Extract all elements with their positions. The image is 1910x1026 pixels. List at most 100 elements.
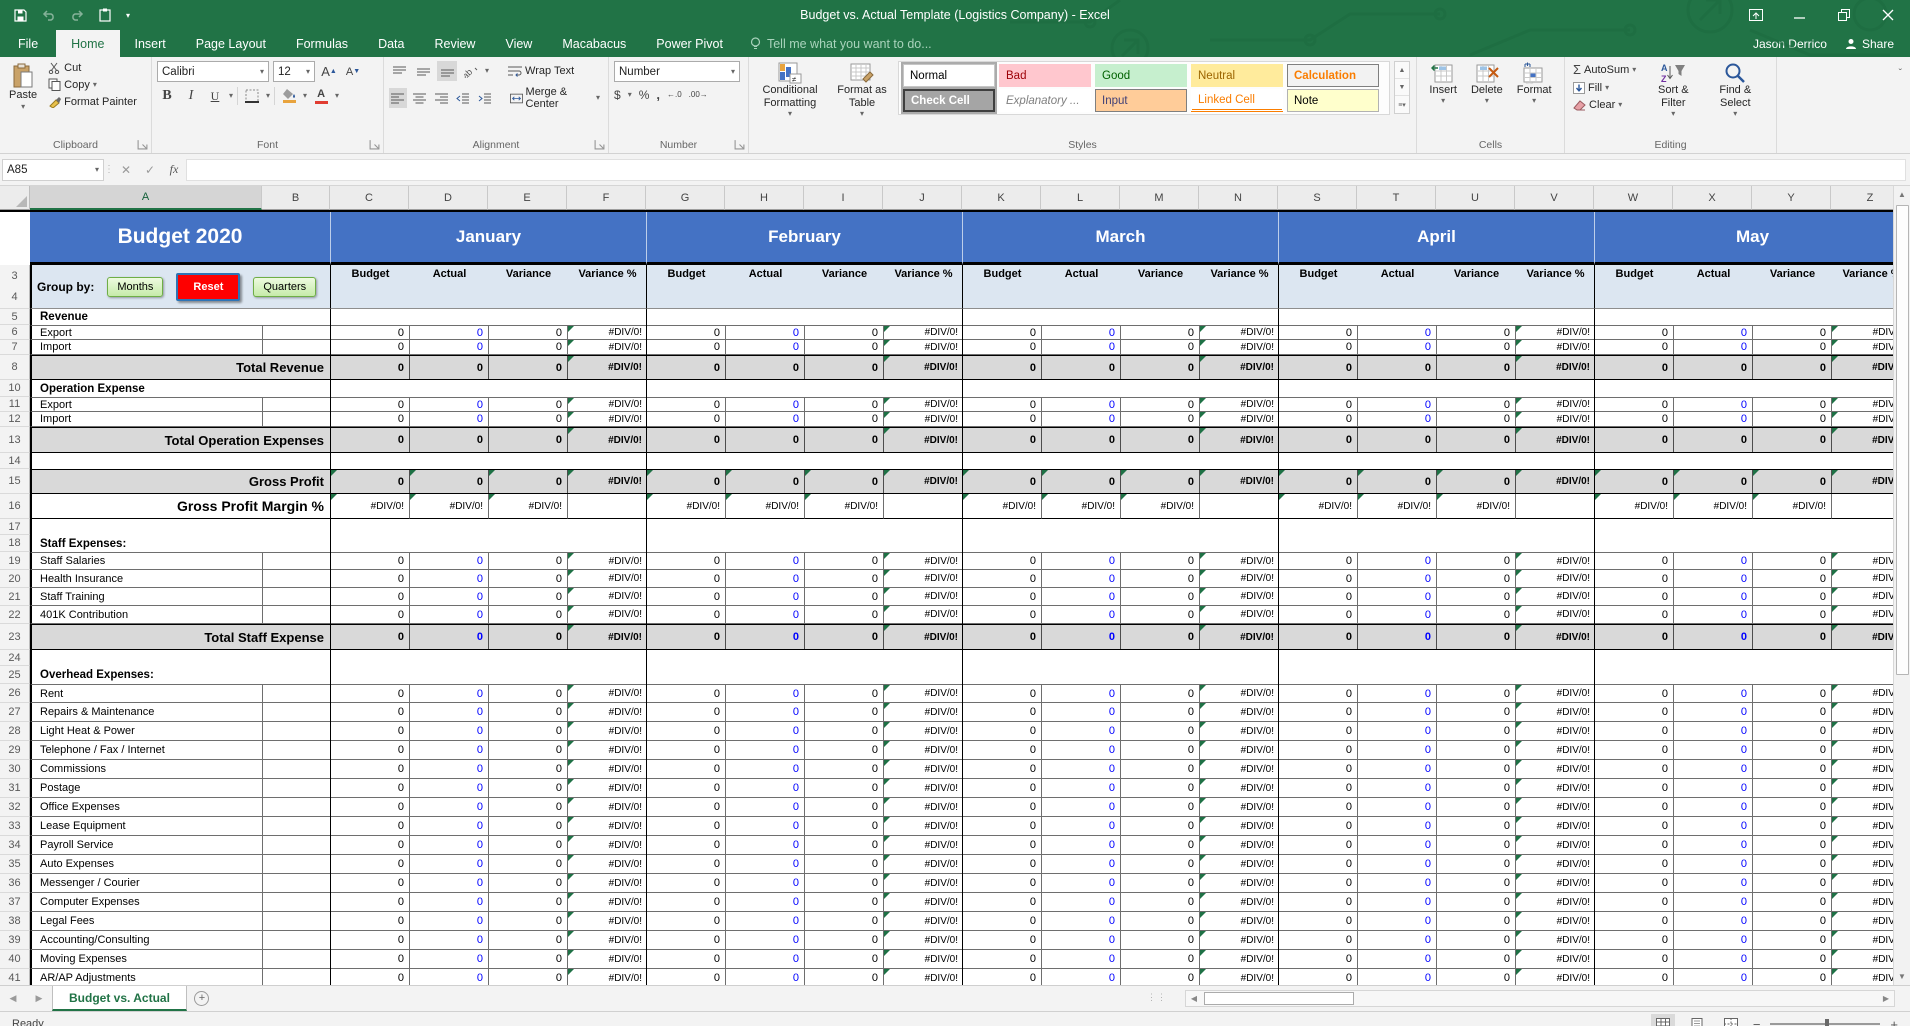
grid-cell[interactable]: 0 bbox=[410, 798, 489, 817]
grid-cell[interactable]: 0 bbox=[1437, 412, 1516, 427]
grid-cell[interactable]: 0 bbox=[1595, 625, 1674, 649]
grid-cell[interactable]: #DIV/0! bbox=[963, 494, 1042, 519]
grid-cell[interactable]: 0 bbox=[1279, 836, 1358, 855]
grid-cell[interactable]: 0 bbox=[963, 760, 1042, 779]
grid-cell[interactable]: #DIV/0! bbox=[1200, 798, 1278, 817]
grid-cell[interactable]: #DIV/0! bbox=[884, 893, 962, 912]
chevron-down-icon[interactable]: ▾ bbox=[628, 91, 632, 99]
grid-cell[interactable]: 0 bbox=[1042, 722, 1121, 741]
column-header-B[interactable]: B bbox=[262, 186, 330, 210]
grid-cell[interactable]: 0 bbox=[1121, 325, 1200, 340]
grid-cell[interactable]: 0 bbox=[1358, 397, 1437, 412]
grid-cell[interactable]: 0 bbox=[963, 552, 1042, 570]
style-chip-normal[interactable]: Normal bbox=[903, 64, 995, 87]
grid-cell[interactable]: 0 bbox=[1753, 412, 1832, 427]
row-label-cell[interactable]: Moving Expenses bbox=[30, 950, 262, 969]
grid-cell[interactable]: #DIV/0! bbox=[1516, 969, 1594, 985]
grid-cell[interactable]: 0 bbox=[805, 760, 884, 779]
wrap-text-button[interactable]: Wrap Text bbox=[505, 64, 577, 78]
grid-cell[interactable]: 0 bbox=[1437, 855, 1516, 874]
row-label-cell[interactable]: Messenger / Courier bbox=[30, 874, 262, 893]
grid-cell[interactable]: 0 bbox=[726, 703, 805, 722]
grid-cell[interactable]: #DIV/0! bbox=[884, 836, 962, 855]
grid-cell[interactable]: 0 bbox=[1753, 931, 1832, 950]
borders-button[interactable] bbox=[242, 86, 262, 106]
grid-cell[interactable]: 0 bbox=[963, 356, 1042, 379]
grid-cell[interactable]: 0 bbox=[805, 412, 884, 427]
group-reset-button[interactable]: Reset bbox=[176, 273, 240, 301]
accounting-format-button[interactable]: $ bbox=[614, 88, 621, 102]
style-chip-calculation[interactable]: Calculation bbox=[1287, 64, 1379, 87]
grid-cell[interactable]: 0 bbox=[963, 588, 1042, 606]
grid-cell[interactable]: #DIV/0! bbox=[568, 588, 646, 606]
grid-cell[interactable]: 0 bbox=[410, 570, 489, 588]
grid-cell[interactable]: 0 bbox=[1753, 428, 1832, 452]
grid-cell[interactable]: 0 bbox=[1753, 722, 1832, 741]
grid-cell[interactable]: 0 bbox=[1437, 570, 1516, 588]
grid-cell[interactable]: 0 bbox=[963, 912, 1042, 931]
grid-cell[interactable]: 0 bbox=[1595, 340, 1674, 355]
grid-cell[interactable]: 0 bbox=[1358, 703, 1437, 722]
grid-cell[interactable]: #DIV/0! bbox=[1200, 893, 1278, 912]
scroll-right-icon[interactable]: ▶ bbox=[1878, 994, 1894, 1003]
grid-cell[interactable]: 0 bbox=[963, 798, 1042, 817]
grid-cell[interactable]: 0 bbox=[1437, 912, 1516, 931]
grid-cell[interactable]: 0 bbox=[805, 625, 884, 649]
chevron-down-icon[interactable]: ▾ bbox=[266, 92, 270, 100]
grid-cell[interactable]: #DIV/0! bbox=[1516, 893, 1594, 912]
grid-cell[interactable]: 0 bbox=[726, 931, 805, 950]
row-label-cell[interactable]: Gross Profit bbox=[30, 469, 330, 494]
grid-cell[interactable] bbox=[262, 412, 330, 427]
menu-tab-data[interactable]: Data bbox=[363, 30, 419, 57]
grid-cell[interactable]: 0 bbox=[1121, 950, 1200, 969]
grid-cell[interactable]: 0 bbox=[1121, 760, 1200, 779]
column-header-C[interactable]: C bbox=[330, 186, 409, 210]
decrease-indent-icon[interactable] bbox=[454, 88, 472, 108]
grid-cell[interactable]: 0 bbox=[1595, 912, 1674, 931]
row-header-6[interactable]: 6 bbox=[0, 325, 30, 340]
grid-cell[interactable]: #DIV/0! bbox=[1516, 874, 1594, 893]
grid-cell[interactable] bbox=[262, 722, 330, 741]
grid-cell[interactable]: 0 bbox=[410, 412, 489, 427]
grid-cell[interactable]: 0 bbox=[1279, 356, 1358, 379]
grid-cell[interactable]: 0 bbox=[489, 912, 568, 931]
grid-cell[interactable] bbox=[568, 494, 646, 519]
grid-cell[interactable]: 0 bbox=[1121, 684, 1200, 703]
copy-button[interactable]: Copy ▾ bbox=[45, 77, 140, 92]
collapse-ribbon-icon[interactable]: ˬ bbox=[1899, 60, 1902, 71]
grid-cell[interactable]: 0 bbox=[726, 912, 805, 931]
grid-cell[interactable]: 0 bbox=[963, 606, 1042, 624]
grid-cell[interactable]: 0 bbox=[1437, 397, 1516, 412]
row-label-cell[interactable]: Health Insurance bbox=[30, 570, 262, 588]
delete-cells-button[interactable]: Delete ▾ bbox=[1468, 61, 1506, 106]
grid-cell[interactable]: 0 bbox=[331, 817, 410, 836]
grid-cell[interactable]: 0 bbox=[489, 397, 568, 412]
grid-cell[interactable]: #DIV/0! bbox=[1200, 950, 1278, 969]
grid-cell[interactable]: 0 bbox=[1121, 470, 1200, 493]
gallery-up-icon[interactable]: ▲ bbox=[1395, 62, 1409, 79]
align-bottom-icon[interactable] bbox=[437, 61, 457, 81]
name-box[interactable]: A85 ▾ bbox=[2, 159, 104, 181]
grid-cell[interactable]: 0 bbox=[1437, 874, 1516, 893]
save-icon[interactable] bbox=[14, 9, 27, 22]
paste-button[interactable]: Paste ▾ bbox=[5, 61, 41, 113]
row-label-cell[interactable]: Operation Expense bbox=[30, 380, 262, 397]
grid-cell[interactable]: 0 bbox=[647, 703, 726, 722]
grid-cell[interactable]: 0 bbox=[963, 893, 1042, 912]
grid-cell[interactable]: 0 bbox=[805, 893, 884, 912]
conditional-formatting-button[interactable]: ≠ Conditional Formatting ▾ bbox=[754, 61, 826, 119]
align-left-icon[interactable] bbox=[389, 88, 407, 108]
grid-cell[interactable]: 0 bbox=[647, 625, 726, 649]
grid-cell[interactable]: 0 bbox=[726, 741, 805, 760]
subheader-cell-variance[interactable]: Variance bbox=[1121, 265, 1200, 308]
grid-cell[interactable]: 0 bbox=[1042, 893, 1121, 912]
grid-cell[interactable]: #DIV/0! bbox=[1200, 817, 1278, 836]
grid-cell[interactable]: 0 bbox=[331, 969, 410, 985]
menu-tab-file[interactable]: File bbox=[0, 30, 56, 57]
group-months-button[interactable]: Months bbox=[107, 277, 163, 297]
grid-cell[interactable]: 0 bbox=[805, 950, 884, 969]
grid-cell[interactable]: 0 bbox=[1674, 893, 1753, 912]
grid-cell[interactable]: 0 bbox=[1595, 950, 1674, 969]
font-family-select[interactable]: Calibri ▾ bbox=[157, 61, 269, 82]
vertical-scrollbar[interactable]: ▲ ▼ bbox=[1893, 186, 1910, 985]
